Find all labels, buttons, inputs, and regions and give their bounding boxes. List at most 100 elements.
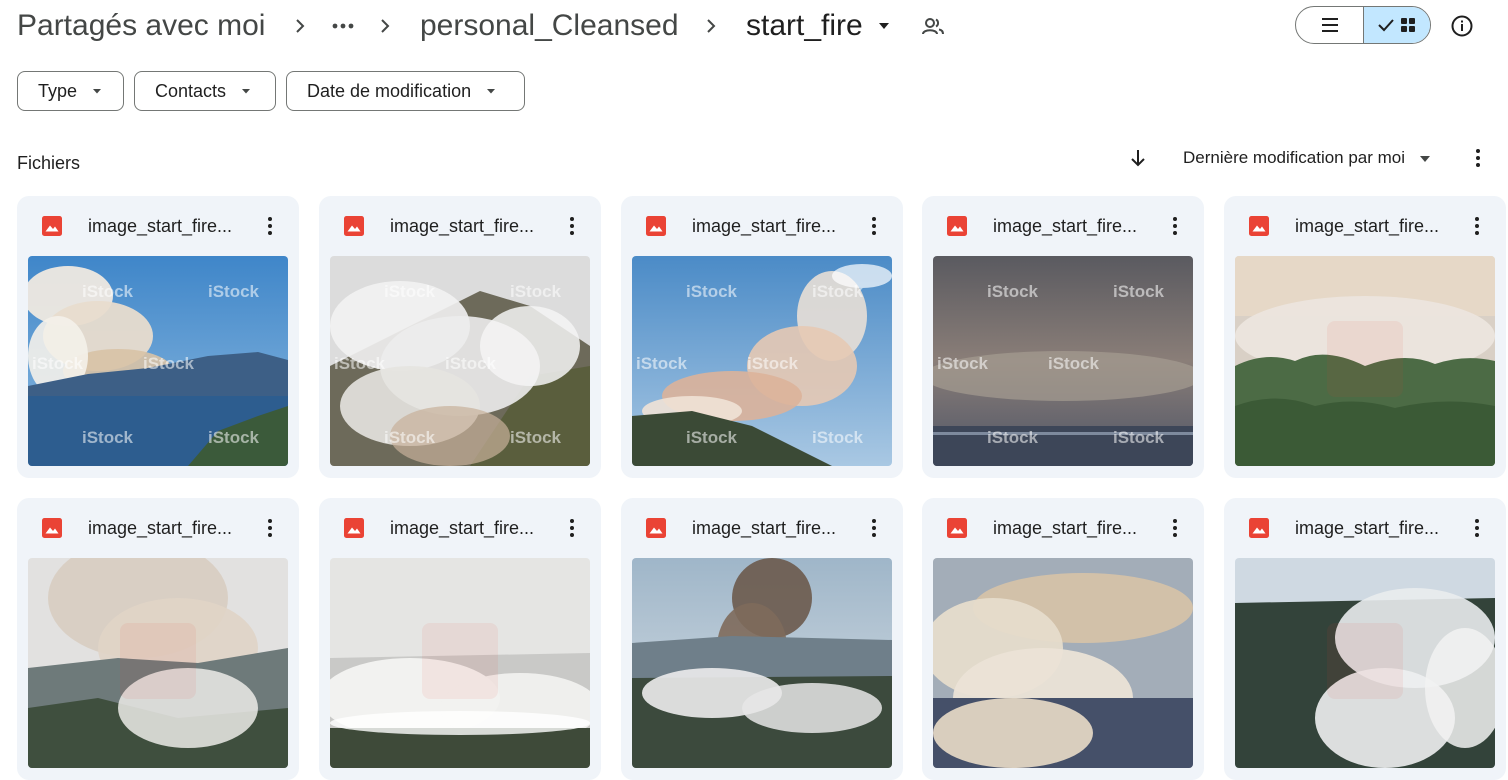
more-vert-icon[interactable]: [862, 516, 886, 540]
more-vert-icon[interactable]: [258, 214, 282, 238]
image-file-icon: [344, 518, 364, 538]
thumbnail-watermark: iStock: [208, 428, 260, 447]
thumbnail-watermark: iStock: [208, 282, 260, 301]
fire-photo-thumbnail: [28, 558, 288, 768]
file-name: image_start_fire...: [692, 216, 837, 236]
file-name: image_start_fire...: [390, 216, 535, 236]
more-vert-icon[interactable]: [1465, 516, 1489, 540]
caret-down-icon: [93, 89, 102, 94]
thumbnail-watermark: iStock: [384, 282, 436, 301]
file-thumbnail[interactable]: [632, 558, 892, 768]
file-thumbnail[interactable]: [933, 558, 1193, 768]
grid-view-icon: [1401, 18, 1415, 32]
thumbnail-watermark: iStock: [636, 354, 688, 373]
image-file-icon: [1249, 518, 1269, 538]
thumbnail-watermark: iStock: [82, 282, 134, 301]
chevron-right-icon: [381, 19, 390, 33]
grid-view-button[interactable]: [1363, 7, 1430, 43]
thumbnail-watermark: iStock: [937, 354, 989, 373]
file-card[interactable]: image_start_fire...: [319, 498, 601, 780]
sort-by-button[interactable]: Dernière modification par moi: [1183, 146, 1405, 170]
filter-contacts-label: Contacts: [155, 80, 227, 101]
image-file-icon: [42, 518, 62, 538]
file-name: image_start_fire...: [993, 518, 1138, 538]
chevron-right-icon: [296, 19, 305, 33]
more-horiz-icon: [332, 23, 354, 29]
thumbnail-watermark: iStock: [1048, 354, 1100, 373]
caret-down-icon: [242, 89, 251, 94]
file-thumbnail[interactable]: iStock iStock iStock iStock iStock iStoc…: [933, 256, 1193, 466]
file-card[interactable]: image_start_fire... iStock iStock iStock…: [17, 196, 299, 478]
fire-photo-thumbnail: [632, 558, 892, 768]
view-toggle: [1295, 6, 1431, 44]
thumbnail-watermark: iStock: [334, 354, 386, 373]
thumbnail-watermark: iStock: [384, 428, 436, 447]
file-card[interactable]: image_start_fire...: [922, 498, 1204, 780]
fire-photo-thumbnail: [330, 558, 590, 768]
file-thumbnail[interactable]: iStock iStock iStock iStock iStock iStoc…: [330, 256, 590, 466]
image-file-icon: [344, 216, 364, 236]
thumbnail-watermark: iStock: [987, 428, 1039, 447]
image-file-icon: [947, 216, 967, 236]
breadcrumb-current-folder[interactable]: start_fire: [746, 6, 863, 46]
file-thumbnail[interactable]: [330, 558, 590, 768]
file-card[interactable]: image_start_fire...: [1224, 498, 1506, 780]
more-vert-icon[interactable]: [862, 214, 886, 238]
thumbnail-watermark: iStock: [1113, 282, 1165, 301]
file-thumbnail[interactable]: [28, 558, 288, 768]
caret-down-icon[interactable]: [878, 20, 890, 32]
thumbnail-watermark: iStock: [686, 282, 738, 301]
file-thumbnail[interactable]: iStock iStock iStock iStock iStock iStoc…: [632, 256, 892, 466]
file-card[interactable]: image_start_fire...: [1224, 196, 1506, 478]
thumbnail-watermark: iStock: [32, 354, 84, 373]
filter-modified-date-label: Date de modification: [307, 80, 472, 101]
more-vert-icon[interactable]: [1163, 516, 1187, 540]
image-file-icon: [42, 216, 62, 236]
file-thumbnail[interactable]: [1235, 256, 1495, 466]
filter-type-chip[interactable]: Type: [17, 71, 124, 111]
more-vert-icon[interactable]: [258, 516, 282, 540]
file-name: image_start_fire...: [1295, 518, 1440, 538]
more-vert-icon[interactable]: [1465, 214, 1489, 238]
top-bar: Partagés avec moi personal_Cleansed star…: [0, 0, 1508, 56]
caret-down-icon[interactable]: [1419, 153, 1431, 165]
image-file-icon: [947, 518, 967, 538]
chevron-right-icon: [707, 19, 716, 33]
file-name: image_start_fire...: [692, 518, 837, 538]
file-thumbnail[interactable]: iStock iStock iStock iStock iStock iStoc…: [28, 256, 288, 466]
filter-type-label: Type: [38, 80, 78, 101]
more-vert-icon[interactable]: [560, 516, 584, 540]
more-vert-icon[interactable]: [1466, 146, 1490, 170]
more-vert-icon[interactable]: [1163, 214, 1187, 238]
breadcrumb-shared-with-me[interactable]: Partagés avec moi: [17, 6, 265, 46]
breadcrumb-folder[interactable]: personal_Cleansed: [420, 6, 679, 46]
info-icon[interactable]: [1450, 14, 1474, 38]
fire-photo-thumbnail: [1235, 558, 1495, 768]
list-view-button[interactable]: [1296, 7, 1363, 43]
image-file-icon: [646, 216, 666, 236]
file-card[interactable]: image_start_fire...: [621, 498, 903, 780]
file-name: image_start_fire...: [88, 518, 233, 538]
image-file-icon: [646, 518, 666, 538]
thumbnail-watermark: iStock: [510, 282, 562, 301]
file-card[interactable]: image_start_fire... iStock iStock iStock…: [621, 196, 903, 478]
thumbnail-watermark: iStock: [812, 282, 864, 301]
file-card[interactable]: image_start_fire... iStock iStock iStock…: [922, 196, 1204, 478]
filter-contacts-chip[interactable]: Contacts: [134, 71, 276, 111]
thumbnail-watermark: iStock: [1113, 428, 1165, 447]
file-card[interactable]: image_start_fire...: [17, 498, 299, 780]
breadcrumb-more-button[interactable]: [330, 14, 356, 38]
file-card[interactable]: image_start_fire... iStock iStock iStock…: [319, 196, 601, 478]
thumbnail-watermark: iStock: [445, 354, 497, 373]
more-vert-icon[interactable]: [560, 214, 584, 238]
filter-modified-date-chip[interactable]: Date de modification: [286, 71, 525, 111]
thumbnail-watermark: iStock: [510, 428, 562, 447]
file-name: image_start_fire...: [88, 216, 233, 236]
thumbnail-watermark: iStock: [143, 354, 195, 373]
arrow-down-icon[interactable]: [1126, 146, 1150, 170]
fire-photo-thumbnail: [1235, 256, 1495, 466]
file-name: image_start_fire...: [390, 518, 535, 538]
file-name: image_start_fire...: [993, 216, 1138, 236]
file-thumbnail[interactable]: [1235, 558, 1495, 768]
caret-down-icon: [487, 89, 496, 94]
